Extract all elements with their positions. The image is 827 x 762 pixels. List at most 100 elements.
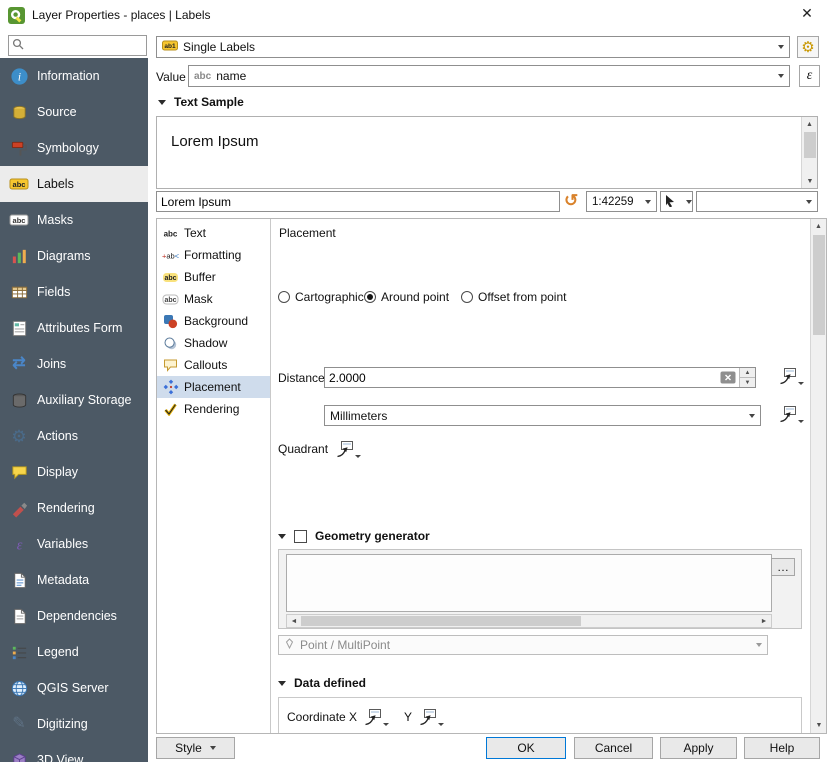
reset-sample-icon[interactable]: ↺ <box>564 192 578 209</box>
sidebar-item-rendering[interactable]: Rendering <box>0 490 148 526</box>
actions-gear-icon: ⚙ <box>9 426 29 446</box>
sidebar-item-labels[interactable]: abc Labels <box>0 166 148 202</box>
sidebar-item-attributes-form[interactable]: Attributes Form <box>0 310 148 346</box>
distance-label: Distance <box>278 371 325 385</box>
scroll-left-icon[interactable]: ◄ <box>287 615 301 627</box>
sidebar-item-symbology[interactable]: Symbology <box>0 130 148 166</box>
masks-icon: abc <box>9 210 29 230</box>
value-label: Value <box>156 70 186 84</box>
sidebar-item-masks[interactable]: abc Masks <box>0 202 148 238</box>
tab-text[interactable]: abc Text <box>157 222 270 244</box>
geometry-type-icon <box>284 638 295 652</box>
radio-offset-from-point[interactable]: Offset from point <box>461 290 566 304</box>
chevron-down-icon <box>756 643 762 647</box>
tab-background[interactable]: Background <box>157 310 270 332</box>
distance-spinbox[interactable]: ▲ ▼ <box>324 367 756 388</box>
sidebar-item-auxiliary-storage[interactable]: Auxiliary Storage <box>0 382 148 418</box>
scrollbar-thumb[interactable] <box>804 132 816 158</box>
preview-scale-combo[interactable]: 1:42259 <box>586 191 657 212</box>
sidebar-item-metadata[interactable]: Metadata <box>0 562 148 598</box>
text-sample-section-header[interactable]: Text Sample <box>158 95 244 109</box>
scroll-right-icon[interactable]: ► <box>757 615 771 627</box>
radio-cartographic[interactable]: Cartographic <box>278 290 364 304</box>
cursor-settings-icon <box>664 194 676 210</box>
tab-mask[interactable]: abc Mask <box>157 288 270 310</box>
distance-input[interactable] <box>325 371 720 385</box>
coordinate-y-data-defined-button[interactable] <box>419 708 444 726</box>
sample-text-input[interactable] <box>156 191 560 212</box>
distance-units-combo[interactable]: Millimeters <box>324 405 761 426</box>
sidebar-item-fields[interactable]: Fields <box>0 274 148 310</box>
joins-icon: ⇄ <box>9 354 29 374</box>
tab-callouts[interactable]: Callouts <box>157 354 270 376</box>
cancel-button[interactable]: Cancel <box>574 737 653 759</box>
clear-value-icon[interactable] <box>720 371 736 384</box>
preview-background-combo[interactable] <box>696 191 818 212</box>
sidebar-item-joins[interactable]: ⇄ Joins <box>0 346 148 382</box>
ok-button[interactable]: OK <box>486 737 566 759</box>
distance-spinner[interactable]: ▲ ▼ <box>739 368 755 387</box>
units-data-defined-button[interactable] <box>779 405 804 423</box>
quadrant-data-defined-button[interactable] <box>336 440 361 458</box>
geometry-generator-section-header[interactable]: Geometry generator <box>278 529 430 543</box>
sidebar-item-dependencies[interactable]: Dependencies <box>0 598 148 634</box>
tab-shadow[interactable]: Shadow <box>157 332 270 354</box>
collapse-triangle-icon <box>158 100 166 105</box>
sidebar-item-actions[interactable]: ⚙ Actions <box>0 418 148 454</box>
search-icon <box>12 38 24 53</box>
style-menu-button[interactable]: Style <box>156 737 235 759</box>
tab-rendering[interactable]: Rendering <box>157 398 270 420</box>
sidebar-item-digitizing[interactable]: ✎ Digitizing <box>0 706 148 742</box>
label-mode-combo[interactable]: ab1 Single Labels <box>156 36 790 58</box>
tab-placement[interactable]: Placement <box>157 376 270 398</box>
sidebar-item-information[interactable]: i Information <box>0 58 148 94</box>
radio-icon <box>461 291 473 303</box>
help-button[interactable]: Help <box>744 737 820 759</box>
field-abc-icon: abc <box>194 71 211 82</box>
labels-tab-widget: abc Text +ab< Formatting abc Buffer abc … <box>156 218 827 734</box>
data-defined-section-header[interactable]: Data defined <box>278 676 366 690</box>
scrollbar-thumb[interactable] <box>301 616 581 626</box>
sidebar-search[interactable] <box>8 35 147 56</box>
scroll-down-icon[interactable]: ▼ <box>811 718 827 733</box>
sidebar-item-source[interactable]: Source <box>0 94 148 130</box>
chevron-down-icon <box>686 200 692 204</box>
radio-around-point[interactable]: Around point <box>364 290 449 304</box>
sidebar-item-diagrams[interactable]: Diagrams <box>0 238 148 274</box>
expression-builder-button[interactable]: ε <box>799 65 820 87</box>
svg-text:ab1: ab1 <box>164 43 176 50</box>
tab-formatting[interactable]: +ab< Formatting <box>157 244 270 266</box>
sample-scrollbar[interactable]: ▲ ▼ <box>801 117 817 188</box>
tab-buffer[interactable]: abc Buffer <box>157 266 270 288</box>
collapse-triangle-icon <box>278 681 286 686</box>
auto-placement-settings-button[interactable]: ⚙ <box>797 36 819 58</box>
geometry-generator-expression[interactable] <box>286 554 772 612</box>
chevron-down-icon <box>438 723 444 726</box>
close-button[interactable]: ✕ <box>798 6 816 24</box>
geometry-type-combo[interactable]: Point / MultiPoint <box>278 635 768 655</box>
scroll-up-icon[interactable]: ▲ <box>811 219 826 234</box>
map-settings-split-button[interactable] <box>660 191 693 212</box>
scroll-down-icon[interactable]: ▼ <box>802 174 818 188</box>
geometry-generator-checkbox[interactable] <box>294 530 307 543</box>
spin-down-icon[interactable]: ▼ <box>740 377 755 387</box>
sidebar-item-variables[interactable]: ε Variables <box>0 526 148 562</box>
svg-text:abc: abc <box>164 297 176 304</box>
spin-up-icon[interactable]: ▲ <box>740 368 755 377</box>
scroll-up-icon[interactable]: ▲ <box>802 117 817 131</box>
sidebar-item-display[interactable]: Display <box>0 454 148 490</box>
search-input[interactable] <box>27 39 143 53</box>
sidebar-item-qgis-server[interactable]: QGIS Server <box>0 670 148 706</box>
expression-h-scrollbar[interactable]: ◄ ► <box>286 614 772 628</box>
scrollbar-thumb[interactable] <box>813 235 825 335</box>
sidebar-item-3d-view[interactable]: 3D View <box>0 742 148 762</box>
apply-button[interactable]: Apply <box>660 737 737 759</box>
variables-icon: ε <box>9 534 29 554</box>
coordinate-x-data-defined-button[interactable] <box>364 708 389 726</box>
sidebar-item-legend[interactable]: Legend <box>0 634 148 670</box>
value-field-combo[interactable]: abc name <box>188 65 790 87</box>
placement-panel-scrollbar[interactable]: ▲ ▼ <box>810 219 826 733</box>
expression-more-button[interactable]: … <box>771 558 795 576</box>
distance-data-defined-button[interactable] <box>779 367 804 385</box>
digitizing-pencil-icon: ✎ <box>9 714 29 734</box>
